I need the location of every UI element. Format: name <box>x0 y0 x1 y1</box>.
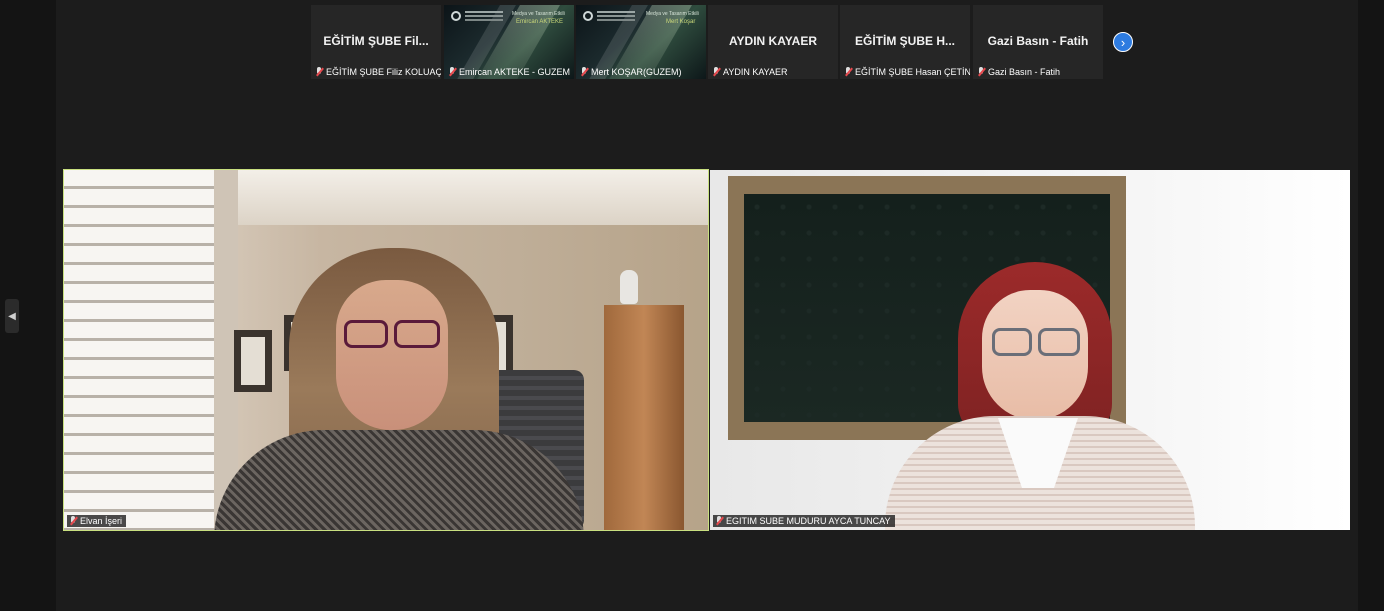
chevron-right-icon: › <box>1120 34 1126 50</box>
participant-tile[interactable]: Medya ve Tasarım Etkili Emircan AKTEKE E… <box>444 5 574 79</box>
participant-tile[interactable]: EĞİTİM ŞUBE Fil... EĞİTİM ŞUBE Filiz KOL… <box>311 5 441 79</box>
slide-name: Mert Koşar <box>666 19 696 25</box>
university-logo-icon <box>451 11 461 21</box>
main-video-active-speaker[interactable]: Elvan İşeri <box>63 169 709 531</box>
mic-muted-icon <box>844 66 852 77</box>
mic-muted-icon <box>977 66 985 77</box>
speaker-name: Elvan İşeri <box>80 516 123 526</box>
participant-name: Gazi Basın - Fatih <box>988 66 1061 77</box>
participant-tile-title: EĞİTİM ŞUBE Fil... <box>323 34 429 48</box>
participant-name-label: EĞİTİM ŞUBE Hasan ÇETİN <box>842 65 970 78</box>
slide-caption: Medya ve Tasarım Etkili <box>646 11 699 17</box>
participant-tile[interactable]: AYDIN KAYAER AYDIN KAYAER <box>708 5 838 79</box>
mic-muted-icon <box>315 66 323 77</box>
participant-name-label: Emircan AKTEKE - GUZEM <box>446 65 573 78</box>
main-video[interactable]: EGITIM SUBE MUDURU AYCA TUNCAY <box>710 170 1350 530</box>
participant-name: EĞİTİM ŞUBE Hasan ÇETİN <box>855 66 970 77</box>
participant-name: AYDIN KAYAER <box>723 66 788 77</box>
participant-tile[interactable]: Gazi Basın - Fatih Gazi Basın - Fatih <box>973 5 1103 79</box>
mic-muted-icon <box>580 66 588 77</box>
video-name-label: Elvan İşeri <box>67 515 127 527</box>
participant-name-label: Mert KOŞAR(GUZEM) <box>578 65 685 78</box>
slide-name: Emircan AKTEKE <box>516 19 564 25</box>
speaker-name: EGITIM SUBE MUDURU AYCA TUNCAY <box>726 516 891 526</box>
participant-tile[interactable]: Medya ve Tasarım Etkili Mert Koşar Mert … <box>576 5 706 79</box>
mic-muted-icon <box>448 66 456 77</box>
participant-name: Emircan AKTEKE - GUZEM <box>459 66 571 77</box>
participant-tile-title: EĞİTİM ŞUBE H... <box>854 34 955 48</box>
window-blind <box>64 170 234 530</box>
triangle-left-icon: ◀ <box>8 310 16 322</box>
university-logo-icon <box>583 11 593 21</box>
right-margin <box>1358 0 1384 611</box>
mic-muted-icon <box>715 516 723 526</box>
mic-muted-icon <box>69 516 77 526</box>
participant-tile-title: AYDIN KAYAER <box>728 34 818 48</box>
participant-tile[interactable]: EĞİTİM ŞUBE H... EĞİTİM ŞUBE Hasan ÇETİN <box>840 5 970 79</box>
participant-name-label: Gazi Basın - Fatih <box>975 65 1063 78</box>
mic-muted-icon <box>712 66 720 77</box>
slide-caption: Medya ve Tasarım Etkili <box>512 11 565 17</box>
next-page-button[interactable]: › <box>1113 32 1133 52</box>
participant-name-label: AYDIN KAYAER <box>710 65 791 78</box>
collapse-panel-button[interactable]: ◀ <box>5 299 19 333</box>
participant-name: Mert KOŞAR(GUZEM) <box>591 66 682 77</box>
participant-name: EĞİTİM ŞUBE Filiz KOLUAÇIK <box>326 66 441 77</box>
participant-name-label: EĞİTİM ŞUBE Filiz KOLUAÇIK <box>313 65 441 78</box>
participant-tile-title: Gazi Basın - Fatih <box>987 34 1089 48</box>
video-name-label: EGITIM SUBE MUDURU AYCA TUNCAY <box>713 515 895 527</box>
